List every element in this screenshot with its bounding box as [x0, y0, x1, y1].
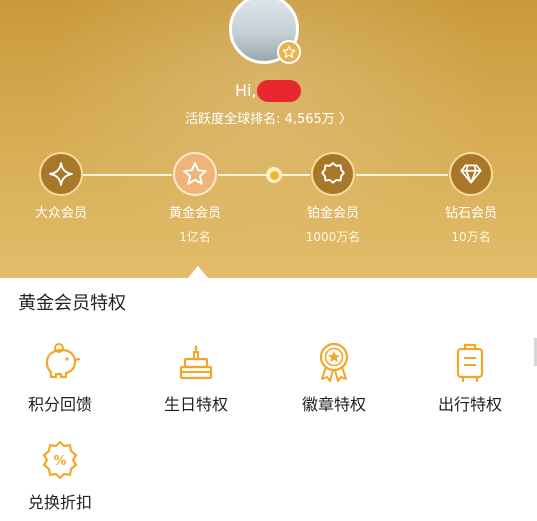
level-count: 10万名 [451, 230, 491, 244]
level-count: 1000万名 [305, 230, 361, 244]
badge-icon [311, 152, 355, 196]
star-icon [173, 152, 217, 196]
privilege-badge[interactable]: 徽章特权 [284, 340, 384, 416]
membership-page: Hi, 活跃度全球排名: 4,565万 〉 大众会员 黄金会员 1亿名 铂金会员… [0, 0, 537, 521]
level-name: 黄金会员 [168, 206, 221, 221]
level-platinum[interactable]: 铂金会员 1000万名 [288, 152, 378, 245]
level-diamond[interactable]: 钻石会员 10万名 [426, 152, 516, 245]
level-name: 大众会员 [34, 206, 87, 221]
privilege-label: 出行特权 [437, 395, 502, 414]
svg-text:%: % [53, 454, 66, 469]
privileges-title: 黄金会员特权 [18, 293, 126, 314]
level-basic[interactable]: 大众会员 [16, 152, 106, 229]
medal-icon [312, 340, 356, 384]
discount-percent-icon: % [38, 438, 82, 482]
privilege-redeem-discount[interactable]: % 兑换折扣 [10, 438, 110, 514]
level-count: 1亿名 [179, 230, 211, 244]
privilege-travel[interactable]: 出行特权 [420, 340, 520, 416]
level-name: 铂金会员 [306, 206, 359, 221]
level-progress-dot [266, 167, 282, 183]
activity-rank-link[interactable]: 活跃度全球排名: 4,565万 〉 [0, 110, 537, 130]
birthday-cake-icon [174, 340, 218, 384]
privilege-birthday[interactable]: 生日特权 [146, 340, 246, 416]
level-gold[interactable]: 黄金会员 1亿名 [150, 152, 240, 245]
avatar-group[interactable] [229, 0, 303, 70]
diamond-icon [449, 152, 493, 196]
luggage-icon [448, 340, 492, 384]
diamond-star-icon [39, 152, 83, 196]
privilege-label: 兑换折扣 [27, 493, 92, 512]
privilege-label: 积分回馈 [27, 395, 92, 414]
member-star-badge-icon [277, 40, 301, 64]
privilege-points-rebate[interactable]: 积分回馈 [10, 340, 110, 416]
redacted-username [257, 80, 301, 102]
piggy-bank-icon [38, 340, 82, 384]
greeting-text: Hi, [235, 81, 257, 100]
privilege-label: 徽章特权 [301, 395, 366, 414]
level-name: 钻石会员 [444, 206, 497, 221]
privilege-label: 生日特权 [163, 395, 228, 414]
membership-header: Hi, 活跃度全球排名: 4,565万 〉 大众会员 黄金会员 1亿名 铂金会员… [0, 0, 537, 278]
current-level-pointer [188, 266, 208, 278]
